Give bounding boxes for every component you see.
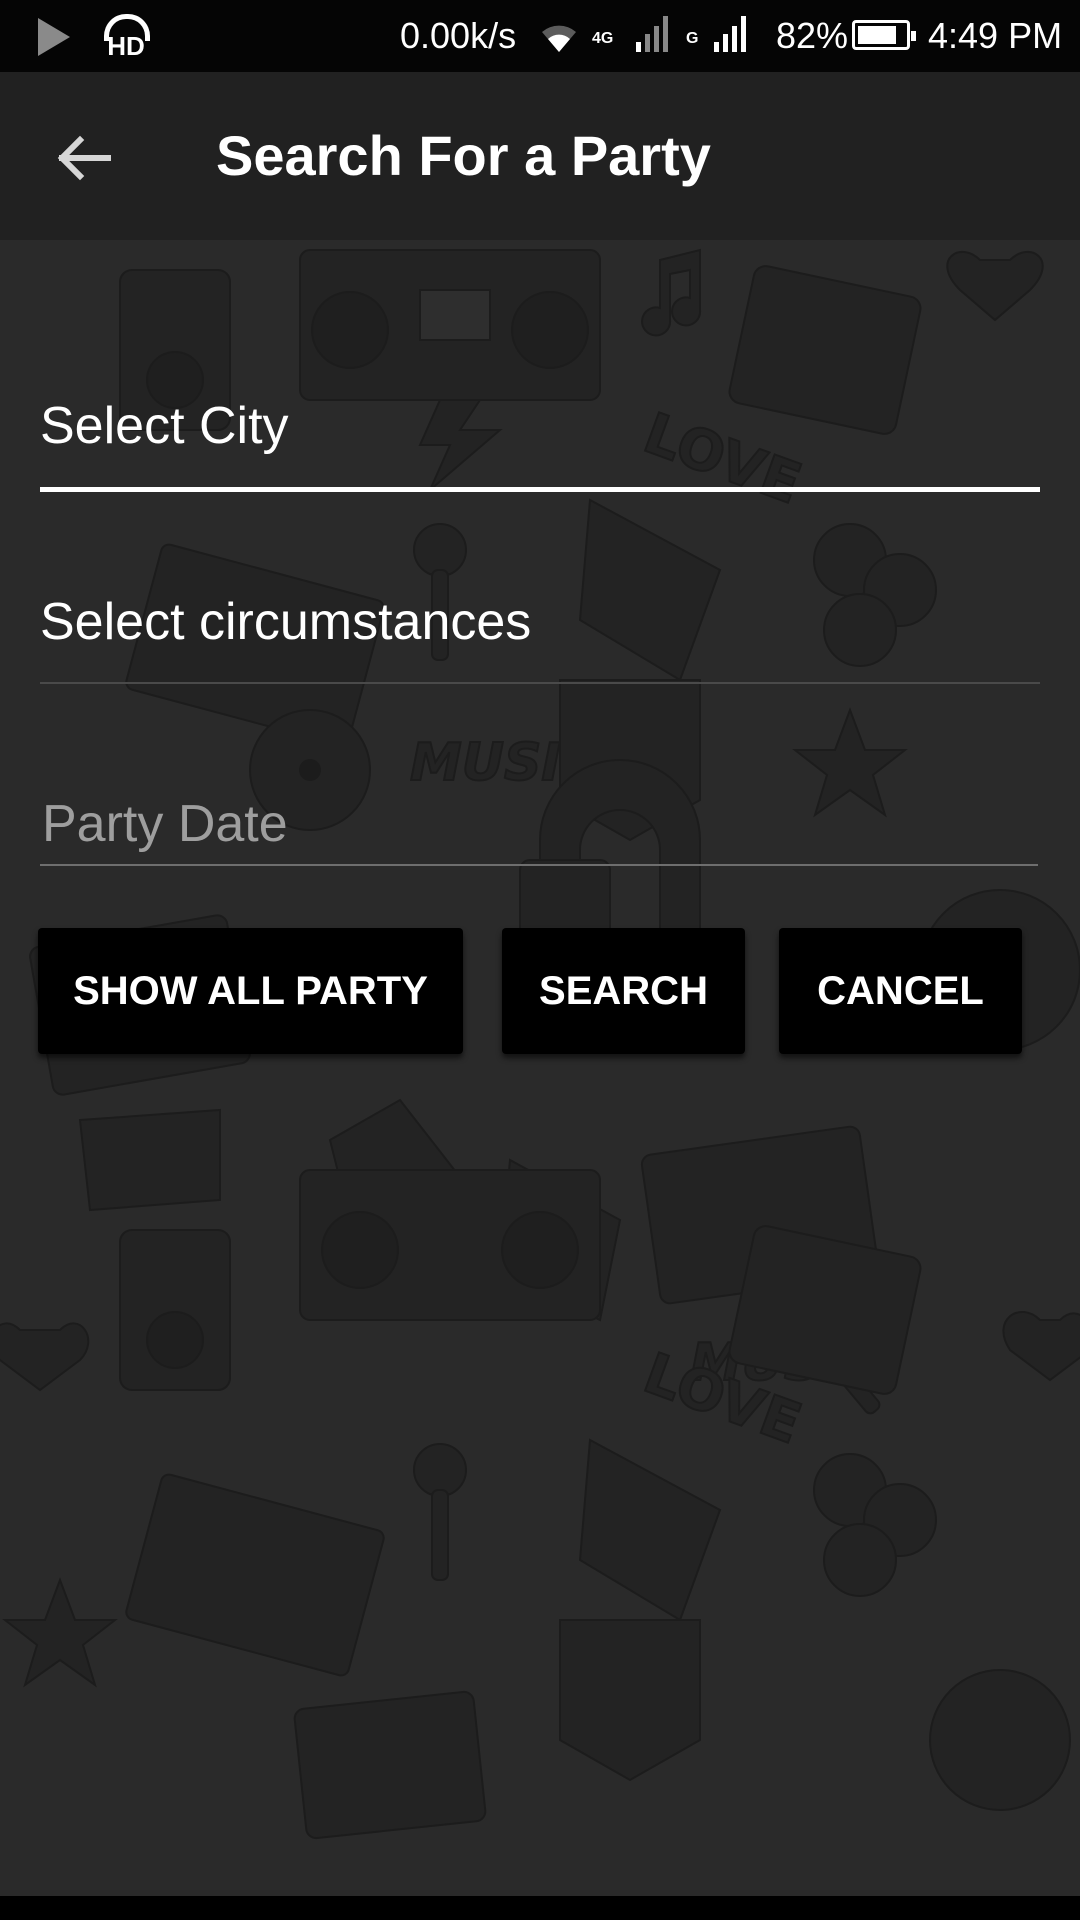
party-date-underline <box>40 864 1038 866</box>
city-select-label: Select City <box>40 397 289 455</box>
city-select[interactable]: Select City <box>40 396 1040 456</box>
arrow-left-icon <box>57 135 111 181</box>
app-bar: Search For a Party <box>0 72 1080 240</box>
circumstances-select-underline <box>40 682 1040 684</box>
page-title: Search For a Party <box>216 124 711 187</box>
battery-percent: 82% <box>776 15 849 56</box>
clock: 4:49 PM <box>928 15 1063 56</box>
wifi-icon <box>542 25 576 52</box>
cancel-button[interactable]: CANCEL <box>779 928 1022 1054</box>
circumstances-select[interactable]: Select circumstances <box>40 592 1040 652</box>
network-speed: 0.00k/s <box>400 15 517 56</box>
network-g-label: G <box>686 30 699 47</box>
show-all-party-button[interactable]: SHOW ALL PARTY <box>38 928 463 1054</box>
battery-icon <box>852 20 916 50</box>
party-date-field[interactable] <box>40 784 1040 864</box>
network-4g-label: 4G <box>592 30 614 47</box>
circumstances-select-label: Select circumstances <box>40 593 532 651</box>
signal-icon <box>636 16 668 52</box>
city-select-underline <box>40 487 1040 492</box>
status-bar: HD 0.00k/s 4G G 82% 4:49 PM <box>0 0 1080 72</box>
signal-icon <box>714 16 746 52</box>
content-area: LOVE MUSIC LOVE Select City Select circu… <box>0 240 1080 1896</box>
search-button[interactable]: SEARCH <box>502 928 745 1054</box>
hd-headset-icon: HD <box>98 12 154 62</box>
back-button[interactable] <box>48 122 120 194</box>
play-icon <box>38 18 70 56</box>
navigation-bar <box>0 1896 1080 1920</box>
